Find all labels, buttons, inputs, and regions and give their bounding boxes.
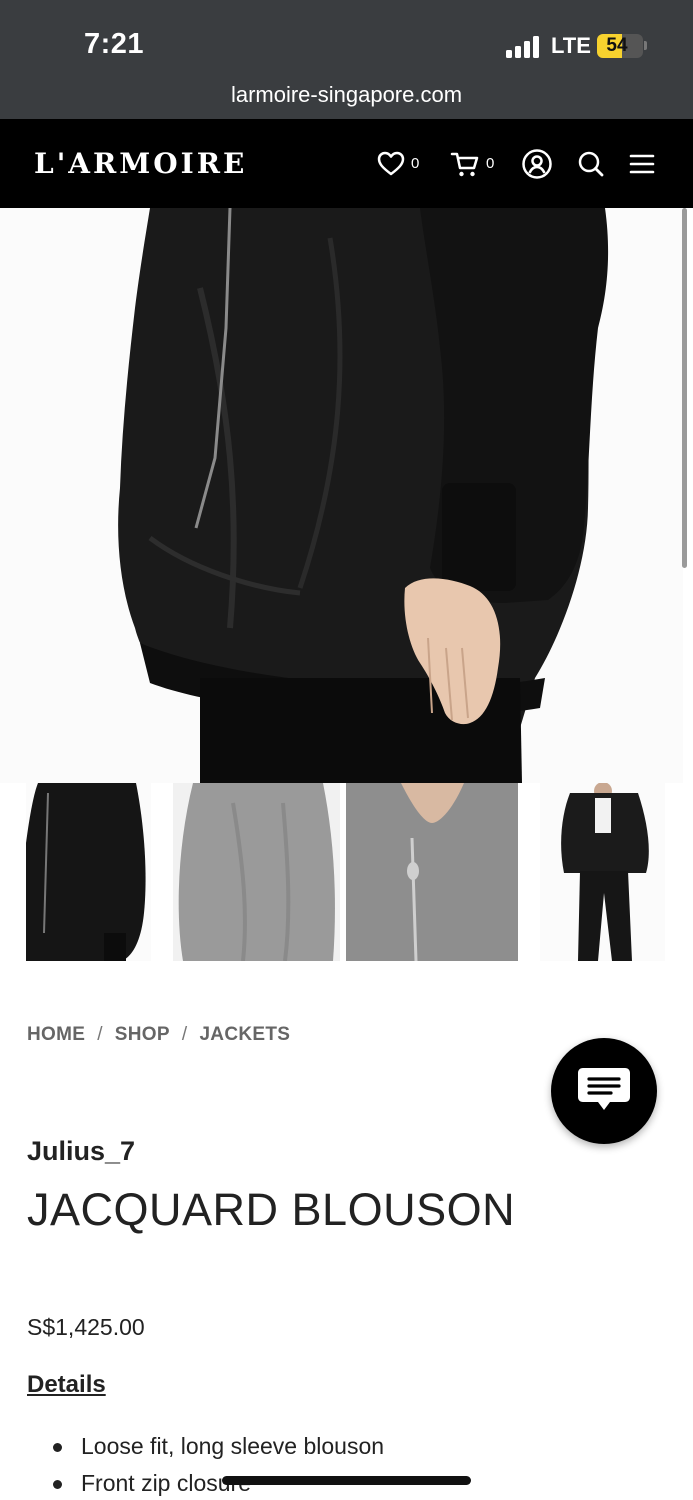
- home-indicator[interactable]: [222, 1476, 471, 1485]
- thumbnail-1[interactable]: [26, 783, 151, 961]
- site-header: L'ARMOIRE 0 0: [0, 119, 693, 208]
- thumbnail-3[interactable]: [346, 783, 518, 961]
- breadcrumb-home[interactable]: HOME: [27, 1024, 85, 1045]
- product-title: JACQUARD BLOUSON: [27, 1184, 516, 1235]
- cart-icon: [450, 152, 479, 176]
- details-list: Loose fit, long sleeve blouson Front zip…: [50, 1428, 384, 1500]
- breadcrumb-separator: /: [97, 1024, 103, 1045]
- network-type: LTE: [551, 33, 591, 58]
- battery-level: 54: [606, 35, 628, 56]
- wishlist-button[interactable]: 0: [377, 119, 419, 208]
- signal-icon: [506, 36, 544, 58]
- product-brand[interactable]: Julius_7: [27, 1136, 135, 1167]
- chat-button[interactable]: [551, 1038, 657, 1144]
- details-item: Loose fit, long sleeve blouson: [50, 1428, 384, 1465]
- battery-icon: 54: [597, 34, 643, 58]
- thumbnail-4[interactable]: [540, 783, 665, 961]
- cart-count: 0: [486, 155, 495, 172]
- chat-icon: [578, 1068, 630, 1110]
- breadcrumb-jackets[interactable]: JACKETS: [199, 1024, 290, 1045]
- menu-icon: [629, 154, 655, 173]
- battery-tip: [644, 41, 647, 50]
- search-icon: [578, 151, 604, 176]
- account-button[interactable]: [521, 119, 553, 208]
- product-main-image[interactable]: [0, 208, 683, 783]
- product-photo: [0, 208, 683, 783]
- page-scrollbar[interactable]: [682, 208, 687, 568]
- product-thumbnails: [0, 783, 693, 961]
- breadcrumb: HOME / SHOP / JACKETS: [27, 1024, 290, 1046]
- menu-button[interactable]: [629, 119, 655, 208]
- account-icon: [522, 148, 552, 179]
- breadcrumb-separator: /: [181, 1024, 188, 1045]
- heart-icon: [377, 151, 405, 175]
- breadcrumb-shop[interactable]: SHOP: [115, 1024, 170, 1045]
- status-bar: 7:21 LTE 54 larmoire-singapore.com: [0, 0, 693, 119]
- thumbnail-2[interactable]: [173, 783, 340, 961]
- site-logo[interactable]: L'ARMOIRE: [34, 147, 247, 180]
- status-time: 7:21: [84, 28, 145, 60]
- product-price: S$1,425.00: [27, 1314, 145, 1340]
- url-bar[interactable]: larmoire-singapore.com: [0, 82, 693, 108]
- details-heading: Details: [27, 1371, 106, 1398]
- wishlist-count: 0: [411, 155, 420, 172]
- cart-button[interactable]: 0: [450, 119, 494, 208]
- search-button[interactable]: [577, 119, 605, 208]
